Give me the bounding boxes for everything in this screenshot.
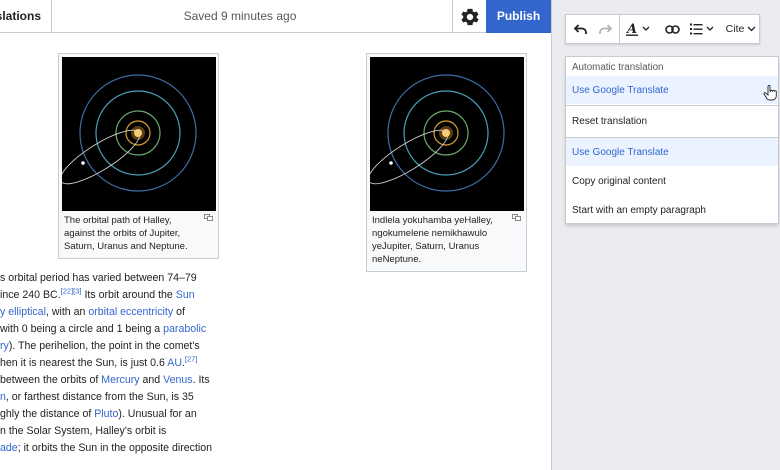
- figure-source: The orbital path of Halley, against the …: [58, 53, 219, 259]
- cite-button[interactable]: Cite: [722, 15, 760, 43]
- citation-link[interactable]: [22]: [61, 287, 74, 295]
- top-bar: Translations Saved 9 minutes ago Publish: [0, 0, 551, 33]
- redo-button[interactable]: [593, 15, 617, 43]
- citation-link[interactable]: [3]: [73, 287, 81, 295]
- enlarge-icon[interactable]: [512, 214, 521, 221]
- link-icon: [664, 24, 680, 34]
- undo-button[interactable]: [568, 15, 592, 43]
- undo-icon: [573, 23, 587, 34]
- link-orbital-eccentricity[interactable]: orbital eccentricity: [88, 306, 173, 318]
- saved-status: Saved 9 minutes ago: [183, 9, 297, 23]
- link-retrograde[interactable]: ade: [0, 442, 18, 454]
- text-style-icon: A: [626, 22, 650, 36]
- editor-toolbar: A Cite: [565, 14, 760, 44]
- link-pluto[interactable]: Pluto: [94, 408, 118, 420]
- menu-item-use-google-translate[interactable]: Use Google Translate: [566, 138, 778, 166]
- link-venus[interactable]: Venus: [163, 374, 192, 386]
- menu-item-use-google-translate[interactable]: Use Google Translate: [566, 76, 778, 104]
- figure-translation: Indlela yokuhamba yeHalley, ngokumelene …: [366, 53, 527, 272]
- menu-item-copy-original[interactable]: Copy original content: [566, 167, 778, 195]
- publish-button[interactable]: Publish: [486, 0, 551, 33]
- link-button[interactable]: [660, 15, 684, 43]
- link-elliptical[interactable]: y elliptical: [0, 306, 46, 318]
- hand-cursor-icon: [763, 85, 777, 101]
- translation-options-menu: Automatic translation Use Google Transla…: [565, 56, 779, 224]
- toolbar-separator: [619, 15, 620, 43]
- menu-header: Automatic translation: [572, 61, 664, 73]
- list-button[interactable]: [686, 15, 720, 43]
- redo-icon: [598, 23, 612, 34]
- menu-item-empty-paragraph[interactable]: Start with an empty paragraph: [566, 196, 778, 224]
- orbit-image[interactable]: [370, 57, 524, 211]
- settings-button[interactable]: [452, 0, 486, 33]
- menu-item-reset-translation[interactable]: Reset translation: [566, 107, 778, 135]
- link-parabolic[interactable]: parabolic: [163, 323, 206, 335]
- cite-label: Cite: [725, 23, 745, 35]
- link-mercury[interactable]: Mercury: [101, 374, 139, 386]
- figure-caption: The orbital path of Halley, against the …: [62, 211, 215, 255]
- svg-text:A: A: [626, 22, 637, 36]
- menu-separator: [566, 105, 778, 106]
- enlarge-icon[interactable]: [204, 214, 213, 221]
- citation-link[interactable]: [27]: [185, 355, 198, 363]
- chevron-down-icon: [747, 26, 756, 32]
- text-style-button[interactable]: A: [622, 15, 658, 43]
- article-paragraph[interactable]: s orbital period has varied between 74–7…: [0, 270, 225, 457]
- list-icon: [690, 23, 714, 35]
- link-au[interactable]: AU: [167, 357, 182, 369]
- link-sun[interactable]: Sun: [176, 289, 195, 301]
- link-trajectory[interactable]: ry: [0, 340, 9, 352]
- figure-caption: Indlela yokuhamba yeHalley, ngokumelene …: [370, 211, 523, 268]
- orbit-image[interactable]: [62, 57, 216, 211]
- translations-link[interactable]: Translations: [0, 0, 52, 33]
- gear-icon: [460, 8, 479, 25]
